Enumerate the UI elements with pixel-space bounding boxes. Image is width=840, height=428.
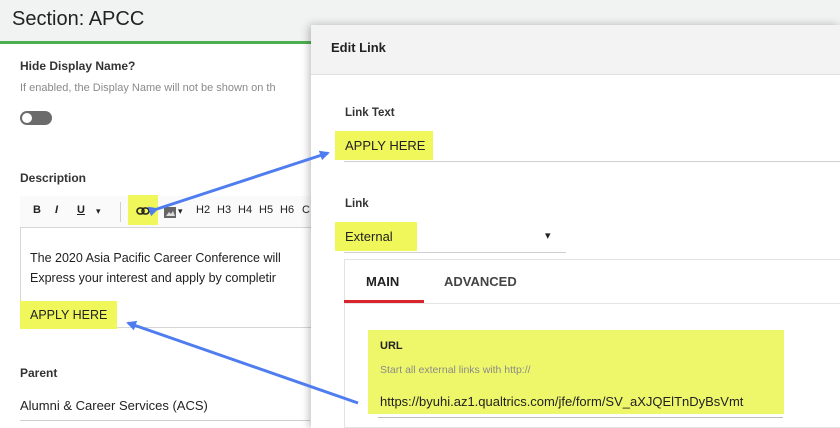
format-dropdown[interactable]: ▾	[96, 206, 101, 217]
tab-advanced[interactable]: ADVANCED	[444, 274, 517, 289]
hide-display-name-toggle[interactable]	[20, 111, 52, 125]
parent-label: Parent	[20, 366, 58, 380]
url-hint: Start all external links with http://	[380, 364, 531, 376]
image-icon[interactable]	[164, 207, 176, 218]
h4-button[interactable]: H4	[238, 204, 252, 216]
link-type-select[interactable]: External	[345, 229, 393, 244]
link-text-label: Link Text	[345, 107, 395, 119]
editor-content[interactable]: The 2020 Asia Pacific Career Conference …	[30, 248, 320, 288]
h2-button[interactable]: H2	[196, 204, 210, 216]
hide-display-name-label: Hide Display Name?	[20, 59, 136, 73]
toggle-knob	[22, 113, 32, 123]
url-label: URL	[380, 340, 403, 352]
italic-button[interactable]: I	[55, 204, 58, 216]
url-input[interactable]: https://byuhi.az1.qualtrics.com/jfe/form…	[380, 394, 743, 409]
parent-value[interactable]: Alumni & Career Services (ACS)	[20, 398, 208, 413]
underline-button[interactable]: U	[77, 204, 85, 216]
h3-button[interactable]: H3	[217, 204, 231, 216]
page-title: Section: APCC	[12, 8, 145, 30]
editor-line: Express your interest and apply by compl…	[30, 271, 276, 285]
link-text-underline	[344, 161, 840, 162]
modal-title: Edit Link	[331, 40, 386, 55]
toolbar-divider	[120, 202, 121, 222]
editor-toolbar: B I U ▾ ▾ H2 H3 H4 H5 H6 C	[20, 195, 320, 228]
toolbar-overflow[interactable]: C	[302, 204, 310, 216]
hide-display-name-hint: If enabled, the Display Name will not be…	[20, 82, 276, 94]
editor-line: The 2020 Asia Pacific Career Conference …	[30, 251, 281, 265]
tab-main[interactable]: MAIN	[366, 274, 399, 289]
h6-button[interactable]: H6	[280, 204, 294, 216]
link-label: Link	[345, 198, 369, 210]
h5-button[interactable]: H5	[259, 204, 273, 216]
chevron-down-icon[interactable]: ▾	[545, 229, 551, 242]
description-label: Description	[20, 171, 87, 185]
link-type-underline	[344, 252, 566, 253]
editor-link-text[interactable]: APPLY HERE	[30, 308, 107, 322]
link-button[interactable]	[128, 195, 158, 225]
modal-header	[311, 25, 840, 75]
link-text-input[interactable]: APPLY HERE	[345, 138, 425, 153]
bold-button[interactable]: B	[33, 204, 41, 216]
url-underline	[378, 417, 783, 418]
image-dropdown[interactable]: ▾	[178, 206, 183, 217]
tabs-divider	[344, 303, 840, 304]
parent-underline	[20, 420, 310, 421]
link-icon	[136, 207, 150, 215]
